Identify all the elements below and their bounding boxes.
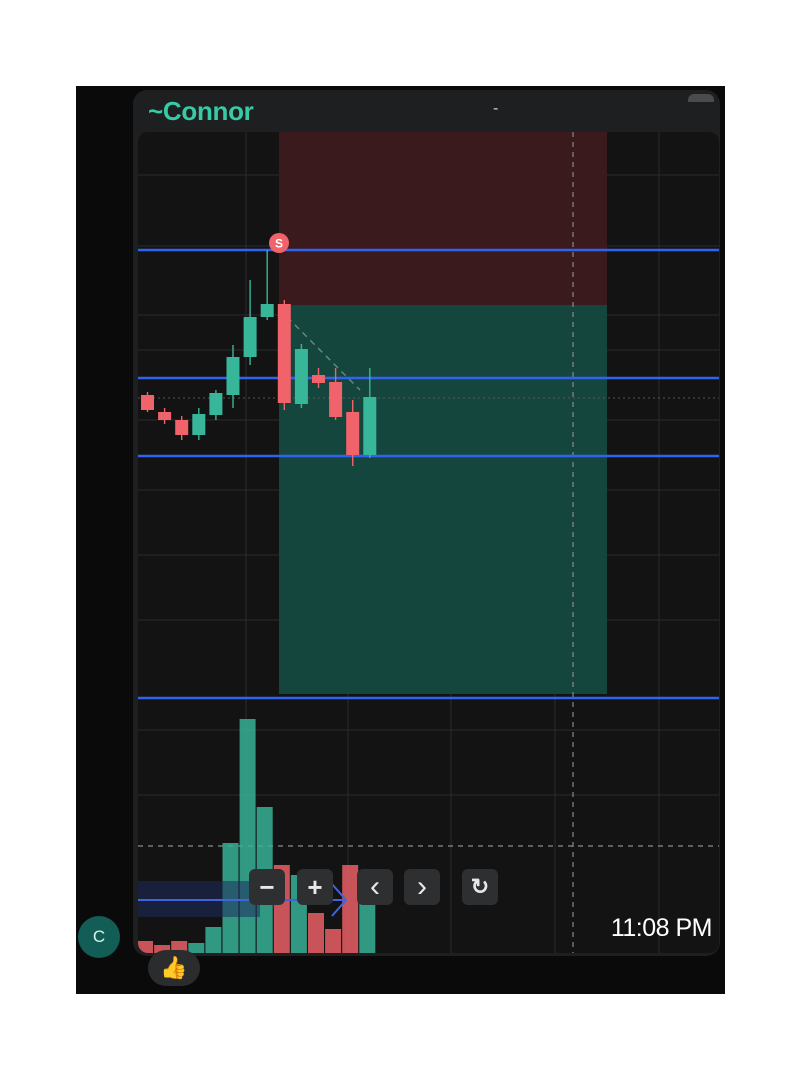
candle-body bbox=[141, 395, 154, 410]
candle-body bbox=[209, 393, 223, 415]
message-timestamp: 11:08 PM bbox=[610, 914, 713, 942]
candle-body bbox=[312, 375, 325, 383]
candle-body bbox=[277, 304, 291, 403]
chevron-right-icon: › bbox=[417, 870, 427, 903]
chevron-left-icon: ‹ bbox=[370, 870, 380, 903]
reset-button[interactable]: ↻ bbox=[462, 869, 498, 905]
plus-icon: + bbox=[307, 871, 323, 902]
volume-bar-5 bbox=[205, 927, 222, 953]
candle-body bbox=[363, 397, 377, 455]
candle-body bbox=[243, 317, 257, 357]
volume-bar-11 bbox=[308, 913, 324, 953]
volume-bar-12 bbox=[325, 929, 342, 953]
refresh-icon: ↻ bbox=[470, 874, 490, 899]
candle-body bbox=[329, 382, 343, 417]
candle-9 bbox=[277, 300, 291, 410]
volume-bar-13 bbox=[342, 865, 359, 953]
zoom-out-button[interactable]: − bbox=[249, 869, 285, 905]
candle-body bbox=[260, 304, 274, 317]
candle-body bbox=[294, 349, 308, 404]
corner-tab bbox=[688, 94, 714, 102]
reaction-thumbs-up[interactable]: 👍 bbox=[148, 950, 200, 986]
take-profit-zone bbox=[279, 305, 607, 694]
stop-loss-zone bbox=[279, 132, 607, 305]
candle-body bbox=[192, 414, 206, 435]
candle-body bbox=[226, 357, 240, 395]
candle-10 bbox=[294, 344, 308, 408]
chart-image[interactable]: S bbox=[138, 132, 719, 953]
sell-marker: S bbox=[269, 233, 289, 253]
sender-name[interactable]: ~Connor bbox=[148, 96, 254, 127]
zoom-in-button[interactable]: + bbox=[297, 869, 333, 905]
candle-body bbox=[346, 412, 360, 455]
minus-icon: − bbox=[259, 871, 275, 902]
volume-bar-7 bbox=[239, 719, 256, 953]
header-mark: - bbox=[493, 100, 499, 117]
avatar[interactable]: C bbox=[78, 916, 120, 958]
candle-body bbox=[158, 412, 172, 420]
candle-body bbox=[175, 420, 189, 435]
sell-marker-label: S bbox=[275, 237, 283, 251]
candle-1 bbox=[141, 392, 154, 412]
scroll-right-button[interactable]: › bbox=[404, 869, 440, 905]
scroll-left-button[interactable]: ‹ bbox=[357, 869, 393, 905]
